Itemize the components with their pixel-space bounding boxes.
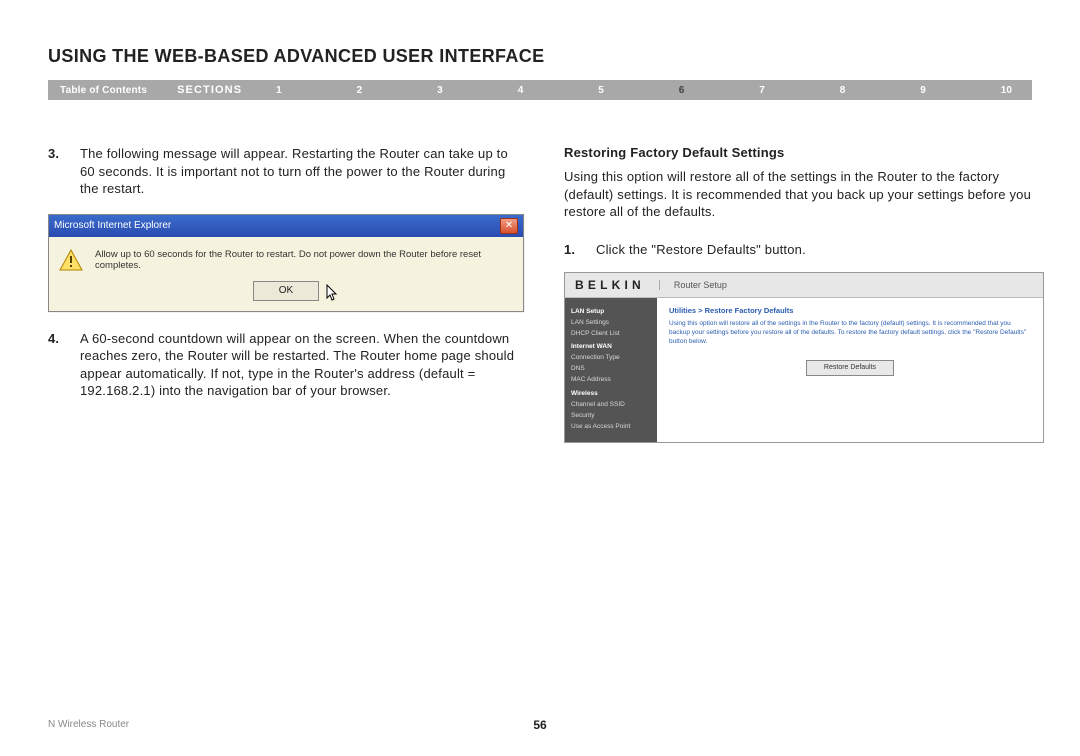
belkin-subtitle: Router Setup (659, 280, 727, 290)
left-column: 3. The following message will appear. Re… (48, 145, 524, 443)
step-4: 4. A 60-second countdown will appear on … (48, 330, 524, 400)
step-3: 3. The following message will appear. Re… (48, 145, 524, 198)
nav-section-6[interactable]: 6 (679, 85, 685, 96)
restore-defaults-button[interactable]: Restore Defaults (806, 360, 894, 376)
ie-title-text: Microsoft Internet Explorer (54, 220, 171, 231)
section-nav: Table of Contents SECTIONS 1 2 3 4 5 6 7… (48, 80, 1032, 100)
sidebar-item-lan-settings[interactable]: LAN Settings (571, 317, 651, 328)
ok-button[interactable]: OK (253, 281, 319, 301)
step-text: The following message will appear. Resta… (80, 145, 524, 198)
belkin-body-text: Using this option will restore all of th… (669, 320, 1031, 346)
page-title: USING THE WEB-BASED ADVANCED USER INTERF… (48, 46, 545, 67)
belkin-sidebar: LAN Setup LAN Settings DHCP Client List … (565, 298, 657, 442)
step-number: 4. (48, 330, 66, 400)
sidebar-item-mac-address[interactable]: MAC Address (571, 374, 651, 385)
sidebar-item-internet-wan[interactable]: Internet WAN (571, 341, 651, 352)
page-footer: N Wireless Router 56 (48, 719, 1032, 730)
nav-section-9[interactable]: 9 (920, 85, 926, 96)
section-intro: Using this option will restore all of th… (564, 168, 1044, 221)
nav-section-4[interactable]: 4 (518, 85, 524, 96)
step-number: 1. (564, 241, 582, 259)
nav-section-2[interactable]: 2 (357, 85, 363, 96)
nav-section-numbers: 1 2 3 4 5 6 7 8 9 10 (266, 85, 1032, 96)
nav-section-3[interactable]: 3 (437, 85, 443, 96)
sidebar-item-channel-ssid[interactable]: Channel and SSID (571, 399, 651, 410)
sidebar-item-lan-setup[interactable]: LAN Setup (571, 306, 651, 317)
sidebar-item-connection-type[interactable]: Connection Type (571, 352, 651, 363)
ie-message: Allow up to 60 seconds for the Router to… (95, 249, 513, 271)
ie-titlebar: Microsoft Internet Explorer ✕ (49, 215, 523, 237)
nav-section-8[interactable]: 8 (840, 85, 846, 96)
section-heading: Restoring Factory Default Settings (564, 145, 1044, 160)
sidebar-item-security[interactable]: Security (571, 410, 651, 421)
belkin-screenshot: BELKIN Router Setup LAN Setup LAN Settin… (564, 272, 1044, 443)
sidebar-item-access-point[interactable]: Use as Access Point (571, 421, 651, 432)
step-number: 3. (48, 145, 66, 198)
nav-toc[interactable]: Table of Contents (48, 85, 159, 96)
nav-section-10[interactable]: 10 (1001, 85, 1012, 96)
right-column: Restoring Factory Default Settings Using… (564, 145, 1044, 443)
page-number: 56 (533, 718, 546, 732)
sidebar-item-dhcp[interactable]: DHCP Client List (571, 328, 651, 339)
ie-dialog: Microsoft Internet Explorer ✕ Allow up t… (48, 214, 524, 312)
nav-section-5[interactable]: 5 (598, 85, 604, 96)
step-text: Click the "Restore Defaults" button. (596, 241, 806, 259)
close-icon[interactable]: ✕ (500, 218, 518, 234)
step-text: A 60-second countdown will appear on the… (80, 330, 524, 400)
nav-section-1[interactable]: 1 (276, 85, 282, 96)
sidebar-item-dns[interactable]: DNS (571, 363, 651, 374)
breadcrumb: Utilities > Restore Factory Defaults (669, 306, 1031, 315)
cursor-icon (326, 284, 340, 309)
product-name: N Wireless Router (48, 719, 129, 730)
sidebar-item-wireless[interactable]: Wireless (571, 388, 651, 399)
nav-sections-label: SECTIONS (159, 84, 266, 96)
step-1: 1. Click the "Restore Defaults" button. (564, 241, 1044, 259)
nav-section-7[interactable]: 7 (759, 85, 765, 96)
warning-icon (59, 249, 83, 271)
belkin-logo: BELKIN (575, 278, 645, 292)
